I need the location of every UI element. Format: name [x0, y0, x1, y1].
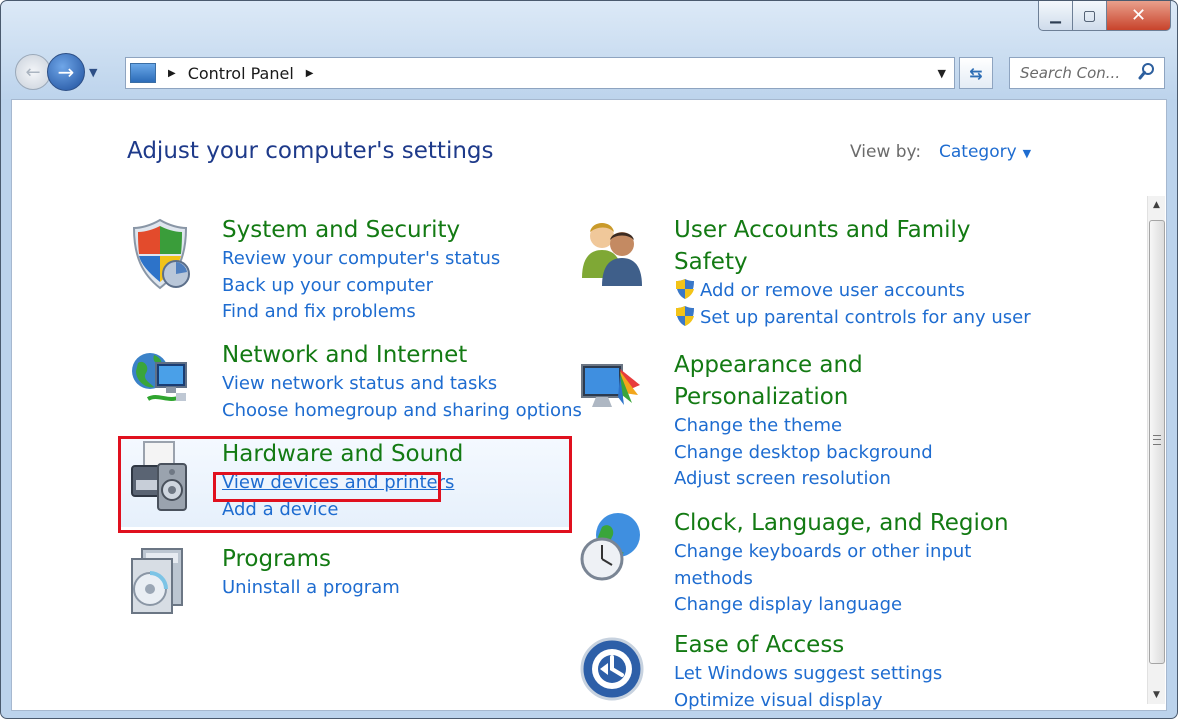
control-panel-icon [130, 63, 156, 83]
recent-pages-dropdown[interactable]: ▼ [89, 66, 97, 79]
shield-icon [132, 218, 190, 290]
back-button[interactable]: ← [15, 54, 51, 90]
view-by-label: View by: [850, 142, 922, 162]
search-input[interactable] [1018, 63, 1134, 83]
category-title-line-1[interactable]: Appearance and [674, 349, 933, 381]
network-icon [132, 353, 187, 401]
link-homegroup-sharing[interactable]: Choose homegroup and sharing options [222, 398, 582, 425]
link-backup-computer[interactable]: Back up your computer [222, 273, 500, 300]
refresh-icon: ⇆ [969, 63, 983, 83]
category-title[interactable]: Programs [222, 543, 400, 575]
category-ease-of-access: Ease of Access Let Windows suggest setti… [580, 629, 942, 715]
ease-of-access-icon [580, 637, 644, 701]
category-title-line-1[interactable]: User Accounts and Family [674, 214, 1031, 246]
dropdown-arrow-icon: ▼ [1022, 147, 1032, 160]
uac-shield-icon [676, 305, 694, 326]
breadcrumb-control-panel[interactable]: Control Panel [188, 64, 294, 83]
scroll-down-icon[interactable]: ▼ [1148, 686, 1165, 704]
control-panel-window: ▁ ▢ ✕ ← → ▼ ▶ Control Panel ▶ ▼ ⇆ Adjust… [0, 0, 1178, 719]
close-button[interactable]: ✕ [1107, 1, 1171, 31]
window-controls: ▁ ▢ ✕ [1038, 1, 1171, 31]
category-title-line-2[interactable]: Safety [674, 246, 1031, 278]
clock-globe-icon [580, 513, 640, 581]
link-network-status[interactable]: View network status and tasks [222, 371, 582, 398]
link-display-language[interactable]: Change display language [674, 592, 1009, 619]
breadcrumb-separator-icon[interactable]: ▶ [168, 68, 176, 79]
link-change-keyboards[interactable]: Change keyboards or other input [674, 539, 1009, 566]
address-bar[interactable]: ▶ Control Panel ▶ ▼ [125, 57, 955, 89]
category-clock-language-region: Clock, Language, and Region Change keybo… [580, 507, 1009, 619]
maximize-button[interactable]: ▢ [1073, 1, 1107, 31]
forward-button[interactable]: → [47, 53, 85, 91]
grip-icon [1153, 435, 1161, 445]
category-programs: Programs Uninstall a program [131, 543, 400, 614]
link-optimize-visual-display[interactable]: Optimize visual display [674, 688, 942, 715]
category-title[interactable]: Ease of Access [674, 629, 942, 661]
scrollbar-thumb[interactable] [1149, 220, 1165, 664]
uac-shield-icon [676, 279, 694, 299]
link-text: Add or remove user accounts [700, 280, 965, 301]
link-desktop-background[interactable]: Change desktop background [674, 440, 933, 467]
minimize-button[interactable]: ▁ [1038, 1, 1073, 31]
view-by-value: Category [939, 142, 1017, 162]
link-change-theme[interactable]: Change the theme [674, 413, 933, 440]
link-review-status[interactable]: Review your computer's status [222, 246, 500, 273]
link-change-keyboards-cont[interactable]: methods [674, 566, 1009, 593]
programs-icon [131, 548, 183, 614]
search-box[interactable] [1009, 57, 1165, 89]
category-user-accounts: User Accounts and Family Safety Add or r… [582, 214, 1031, 332]
link-find-fix-problems[interactable]: Find and fix problems [222, 299, 500, 326]
page-title: Adjust your computer's settings [127, 138, 494, 164]
link-add-remove-accounts[interactable]: Add or remove user accounts [674, 278, 1031, 305]
category-title[interactable]: Clock, Language, and Region [674, 507, 1009, 539]
highlight-box-view-devices-link [213, 472, 441, 502]
address-dropdown-icon[interactable]: ▼ [938, 67, 946, 80]
users-icon [582, 223, 642, 286]
link-screen-resolution[interactable]: Adjust screen resolution [674, 466, 933, 493]
monitor-icon [581, 364, 640, 407]
view-by-dropdown[interactable]: Category ▼ [939, 142, 1031, 162]
link-parental-controls[interactable]: Set up parental controls for any user [674, 305, 1031, 332]
breadcrumb-chevron-icon[interactable]: ▶ [306, 68, 314, 79]
category-title-line-2[interactable]: Personalization [674, 381, 933, 413]
link-uninstall-program[interactable]: Uninstall a program [222, 575, 400, 602]
category-appearance: Appearance and Personalization Change th… [581, 349, 933, 493]
navigation-buttons: ← → ▼ [15, 53, 97, 91]
vertical-scrollbar[interactable]: ▲ ▼ [1147, 196, 1165, 704]
category-system-and-security: System and Security Review your computer… [132, 214, 500, 326]
refresh-button[interactable]: ⇆ [959, 57, 993, 89]
category-network-and-internet: Network and Internet View network status… [132, 339, 582, 425]
link-windows-suggest-settings[interactable]: Let Windows suggest settings [674, 661, 942, 688]
scroll-up-icon[interactable]: ▲ [1148, 196, 1165, 214]
link-text: Set up parental controls for any user [700, 306, 1031, 328]
category-title[interactable]: System and Security [222, 214, 500, 246]
search-icon[interactable] [1138, 62, 1156, 82]
content-pane: Adjust your computer's settings View by:… [11, 99, 1167, 711]
category-title[interactable]: Network and Internet [222, 339, 582, 371]
